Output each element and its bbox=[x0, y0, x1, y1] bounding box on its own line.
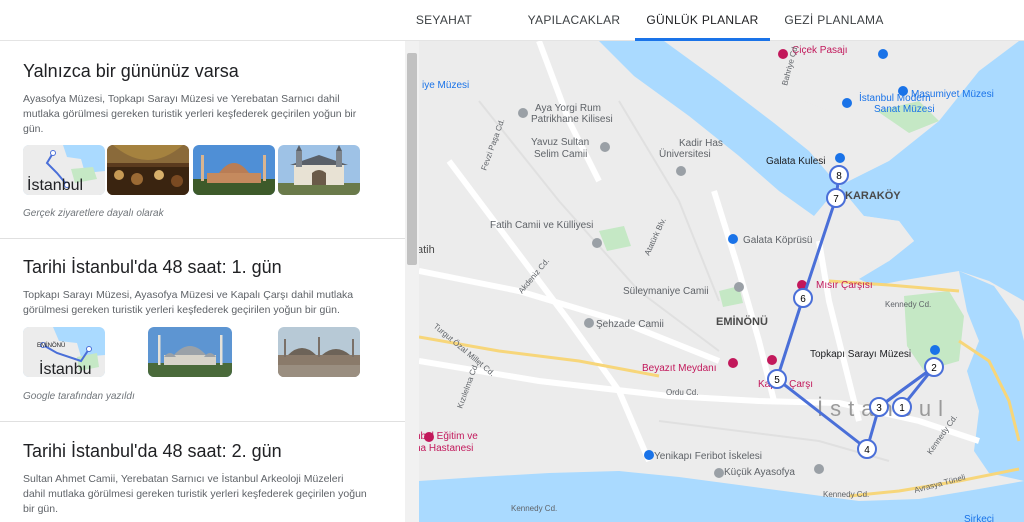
road-kennedy-3: Kennedy Cd. bbox=[511, 504, 557, 513]
poi-universitesi[interactable]: Üniversitesi bbox=[659, 148, 711, 160]
list-scrollbar[interactable] bbox=[405, 41, 419, 522]
topkapi-gate-photo[interactable] bbox=[278, 145, 360, 195]
district-fatih: atih bbox=[419, 244, 435, 256]
hagia-sophia-photo[interactable] bbox=[193, 145, 275, 195]
day-plan-card[interactable]: Tarihi İstanbul'da 48 saat: 2. gün Sulta… bbox=[0, 422, 405, 522]
poi-fatih-camii[interactable]: Fatih Camii ve Külliyesi bbox=[490, 220, 593, 231]
plan-map-thumbnail[interactable]: İstanbul bbox=[23, 145, 105, 195]
poi-suleymaniye[interactable]: Süleymaniye Camii bbox=[623, 286, 709, 297]
road-kennedy-2: Kennedy Cd. bbox=[823, 490, 869, 499]
poi-hastanesi[interactable]: na Hastanesi bbox=[419, 443, 473, 454]
day-plan-title[interactable]: Tarihi İstanbul'da 48 saat: 1. gün bbox=[23, 257, 282, 278]
thumb-district-label: EMİNÖNÜ bbox=[37, 342, 65, 349]
plan-source: Gerçek ziyaretlere dayalı olarak bbox=[23, 208, 164, 219]
poi-kadir-has[interactable]: Kadir Has bbox=[679, 138, 723, 149]
route-stop-6[interactable]: 6 bbox=[793, 288, 813, 308]
route-stop-4[interactable]: 4 bbox=[857, 439, 877, 459]
poi-sirkeci[interactable]: Sirkeci bbox=[964, 514, 994, 522]
scrollbar-thumb[interactable] bbox=[407, 53, 417, 265]
poi-istanbul-modern[interactable]: İstanbul Modern bbox=[859, 91, 931, 104]
route-stop-7[interactable]: 7 bbox=[826, 188, 846, 208]
plan-map-thumbnail[interactable]: EMİNÖNÜ İstanbu bbox=[23, 327, 105, 377]
plan-source: Google tarafından yazıldı bbox=[23, 391, 135, 402]
grand-bazaar-photo[interactable] bbox=[107, 145, 189, 195]
route-stop-3[interactable]: 3 bbox=[869, 397, 889, 417]
poi-iye-muzesi[interactable]: iye Müzesi bbox=[422, 80, 469, 91]
poi-sanat-muzesi[interactable]: Sanat Müzesi bbox=[874, 104, 935, 115]
poi-misir-carsisi[interactable]: Mısır Çarşısı bbox=[816, 280, 873, 291]
poi-aya-yorgi[interactable]: Aya Yorgi Rum bbox=[535, 103, 601, 114]
district-eminonu: EMİNÖNÜ bbox=[716, 315, 768, 328]
svg-text:4: 4 bbox=[864, 445, 870, 456]
poi-beyazit[interactable]: Beyazıt Meydanı bbox=[642, 363, 716, 374]
thumb-map-label: İstanbul bbox=[27, 175, 83, 194]
top-tab-bar: SEYAHAT REHBERİ YAPILACAKLAR GÜNLÜK PLAN… bbox=[0, 0, 1024, 68]
suleymaniye-mosque-photo[interactable] bbox=[148, 327, 232, 377]
route-map[interactable]: Çiçek Pasajı Masumiyet Müzesi İstanbul M… bbox=[419, 41, 1024, 522]
svg-text:1: 1 bbox=[899, 403, 905, 414]
route-stop-2[interactable]: 2 bbox=[924, 357, 944, 377]
route-stop-5[interactable]: 5 bbox=[767, 369, 787, 389]
route-stop-1[interactable]: 1 bbox=[892, 397, 912, 417]
tab-gezi-planlama[interactable]: GEZİ PLANLAMA bbox=[778, 0, 890, 41]
day-plan-card[interactable]: Yalnızca bir gününüz varsa Ayasofya Müze… bbox=[0, 41, 405, 239]
route-stop-8[interactable]: 8 bbox=[829, 165, 849, 185]
day-plan-description: Ayasofya Müzesi, Topkapı Sarayı Müzesi v… bbox=[23, 93, 357, 135]
poi-kucuk-ayasofya[interactable]: Küçük Ayasofya bbox=[724, 467, 795, 478]
svg-text:5: 5 bbox=[774, 375, 780, 386]
poi-topkapi[interactable]: Topkapı Sarayı Müzesi bbox=[810, 349, 911, 360]
district-karakoy: KARAKÖY bbox=[845, 189, 901, 202]
poi-sehzade[interactable]: Şehzade Camii bbox=[596, 319, 664, 330]
poi-cicek-pasaji[interactable]: Çiçek Pasajı bbox=[792, 45, 848, 56]
road-ordu: Ordu Cd. bbox=[666, 388, 698, 397]
svg-text:7: 7 bbox=[833, 194, 839, 205]
poi-galata-kulesi[interactable]: Galata Kulesi bbox=[766, 156, 825, 167]
poi-galata-koprusu[interactable]: Galata Köprüsü bbox=[743, 235, 813, 246]
day-plan-title[interactable]: Yalnızca bir gününüz varsa bbox=[23, 61, 239, 82]
day-plans-list: Yalnızca bir gününüz varsa Ayasofya Müze… bbox=[0, 41, 405, 522]
tab-gunluk-planlar[interactable]: GÜNLÜK PLANLAR bbox=[635, 0, 770, 41]
day-plan-description: Topkapı Sarayı Müzesi, Ayasofya Müzesi v… bbox=[23, 289, 354, 316]
svg-text:6: 6 bbox=[800, 294, 806, 305]
day-plan-description: Sultan Ahmet Camii, Yerebatan Sarnıcı ve… bbox=[23, 473, 367, 515]
tab-seyahat-rehberi[interactable]: SEYAHAT REHBERİ bbox=[388, 0, 500, 68]
poi-selim-camii[interactable]: Selim Camii bbox=[534, 149, 587, 160]
poi-yavuz-sultan[interactable]: Yavuz Sultan bbox=[531, 137, 589, 148]
poi-patrikhane[interactable]: Patrikhane Kilisesi bbox=[531, 114, 613, 125]
day-plan-title[interactable]: Tarihi İstanbul'da 48 saat: 2. gün bbox=[23, 441, 282, 462]
svg-text:2: 2 bbox=[931, 363, 937, 374]
thumb-map-label: İstanbu bbox=[39, 359, 91, 377]
svg-text:3: 3 bbox=[876, 403, 882, 414]
day-plan-card[interactable]: Tarihi İstanbul'da 48 saat: 1. gün Topka… bbox=[0, 239, 405, 422]
poi-yenikapi[interactable]: Yenikapı Feribot İskelesi bbox=[654, 449, 762, 462]
svg-text:8: 8 bbox=[836, 171, 842, 182]
istanbul-skyline-photo[interactable] bbox=[278, 327, 360, 377]
road-kennedy: Kennedy Cd. bbox=[885, 300, 931, 309]
tab-yapilacaklar[interactable]: YAPILACAKLAR bbox=[520, 0, 628, 41]
